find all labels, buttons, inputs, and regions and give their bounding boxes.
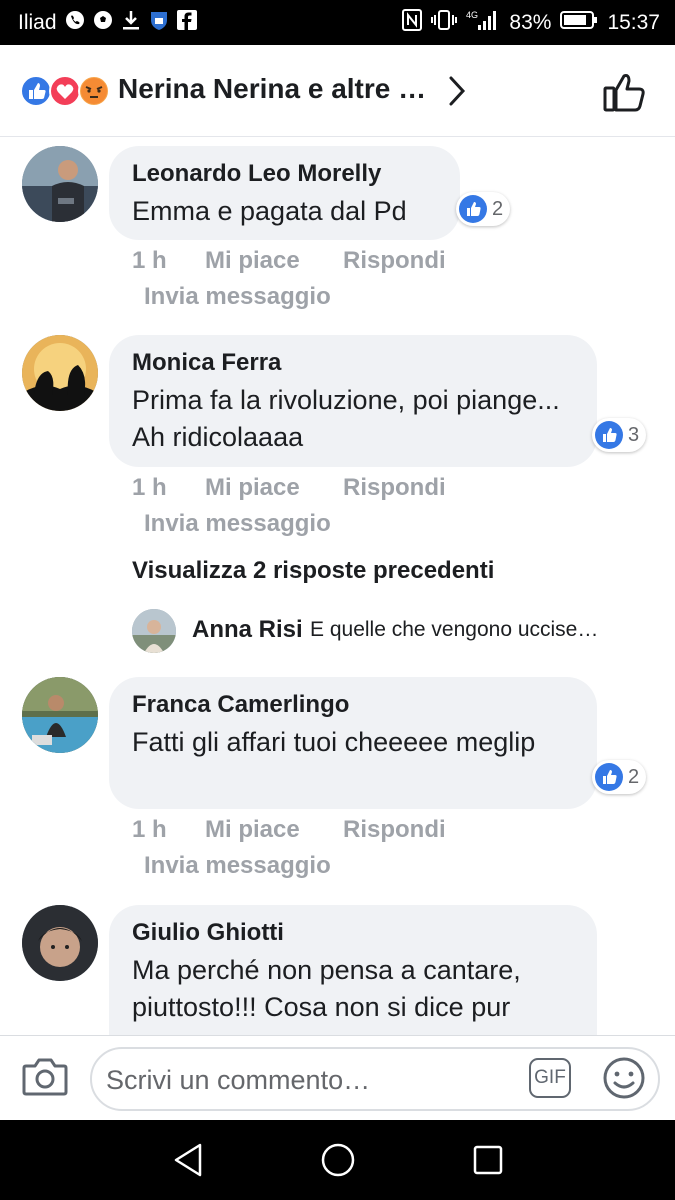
like-count: 2: [628, 765, 640, 788]
carrier-label: Iliad: [18, 11, 57, 34]
comment-bubble[interactable]: Leonardo Leo Morelly Emma e pagata dal P…: [109, 146, 460, 240]
facebook-icon: [176, 10, 197, 36]
reply-author[interactable]: Anna Risi: [192, 616, 303, 644]
reactions-header[interactable]: Nerina Nerina e altre …: [0, 45, 675, 137]
comment-time: 1 h: [132, 474, 167, 501]
send-message-link[interactable]: Invia messaggio: [144, 283, 331, 311]
send-message-link[interactable]: Invia messaggio: [144, 852, 331, 880]
comment-input[interactable]: [104, 1057, 508, 1103]
comment-author[interactable]: Leonardo Leo Morelly: [132, 160, 438, 188]
recents-icon[interactable]: [472, 1142, 504, 1183]
clock: 15:37: [607, 11, 660, 34]
comment-author[interactable]: Giulio Ghiotti: [132, 919, 575, 947]
status-bar: Iliad 4G 83% 15:37: [0, 0, 675, 45]
like-count: 3: [628, 423, 640, 446]
avatar[interactable]: [22, 677, 98, 753]
like-icon: [595, 763, 623, 791]
comments-sheet: Nerina Nerina e altre … Leonardo Leo Mor…: [0, 45, 675, 1120]
comment-bubble[interactable]: Franca Camerlingo Fatti gli affari tuoi …: [109, 677, 597, 809]
camera-icon[interactable]: [22, 1056, 68, 1103]
like-link[interactable]: Mi piace: [205, 474, 300, 502]
like-count-badge[interactable]: 2: [592, 760, 647, 794]
chevron-right-icon[interactable]: [446, 75, 468, 112]
avatar[interactable]: [22, 335, 98, 411]
status-right: 4G 83% 15:37: [402, 9, 660, 37]
emoji-icon[interactable]: [602, 1056, 646, 1105]
comment-input-box[interactable]: GIF: [90, 1047, 660, 1111]
status-left: Iliad: [18, 9, 197, 37]
vibrate-icon: [431, 9, 458, 37]
reaction-icons: [20, 75, 112, 107]
comment-author[interactable]: Monica Ferra: [132, 349, 575, 377]
header-title[interactable]: Nerina Nerina e altre …: [118, 73, 426, 105]
soccer-ball-icon: [93, 10, 113, 36]
nfc-icon: [402, 9, 423, 37]
reply-text: E quelle che vengono uccise…: [310, 618, 599, 641]
signal-icon: 4G: [466, 9, 500, 37]
home-icon[interactable]: [320, 1142, 356, 1183]
like-link[interactable]: Mi piace: [205, 816, 300, 844]
network-label: 4G: [466, 10, 478, 20]
like-icon: [459, 195, 487, 223]
download-icon: [121, 9, 141, 37]
avatar[interactable]: [22, 905, 98, 981]
view-previous-replies-link[interactable]: Visualizza 2 risposte precedenti: [132, 557, 494, 585]
comment-bubble[interactable]: Monica Ferra Prima fa la rivoluzione, po…: [109, 335, 597, 467]
like-thumb-icon[interactable]: [602, 70, 648, 119]
comment-author[interactable]: Franca Camerlingo: [132, 691, 575, 719]
comment-text: Fatti gli affari tuoi cheeeee meglip: [132, 727, 536, 757]
like-icon: [595, 421, 623, 449]
avatar[interactable]: [132, 609, 176, 653]
phone-icon: [65, 10, 85, 36]
gif-button[interactable]: GIF: [529, 1058, 571, 1098]
like-link[interactable]: Mi piace: [205, 247, 300, 275]
like-count-badge[interactable]: 2: [456, 192, 511, 226]
reply-preview[interactable]: Anna Risi E quelle che vengono uccise…: [132, 607, 652, 655]
shield-icon: [149, 9, 169, 37]
back-icon[interactable]: [172, 1142, 204, 1183]
like-reaction-icon: [20, 75, 52, 107]
comment-composer: GIF: [0, 1035, 675, 1120]
comment-text: Emma e pagata dal Pd: [132, 196, 407, 226]
comment-time: 1 h: [132, 247, 167, 274]
battery-icon: [560, 10, 598, 36]
navigation-bar: [0, 1120, 675, 1200]
reply-link[interactable]: Rispondi: [343, 816, 446, 844]
comment-text: Ma perché non pensa a cantare, piuttosto…: [132, 955, 521, 1022]
reply-link[interactable]: Rispondi: [343, 474, 446, 502]
avatar[interactable]: [22, 146, 98, 222]
like-count-badge[interactable]: 3: [592, 418, 647, 452]
comment-time: 1 h: [132, 816, 167, 843]
angry-reaction-icon: [78, 75, 110, 107]
battery-percent: 83%: [509, 11, 552, 34]
send-message-link[interactable]: Invia messaggio: [144, 510, 331, 538]
like-count: 2: [492, 197, 504, 220]
comment-text: Prima fa la rivoluzione, poi piange... A…: [132, 385, 560, 452]
love-reaction-icon: [49, 75, 81, 107]
reply-link[interactable]: Rispondi: [343, 247, 446, 275]
